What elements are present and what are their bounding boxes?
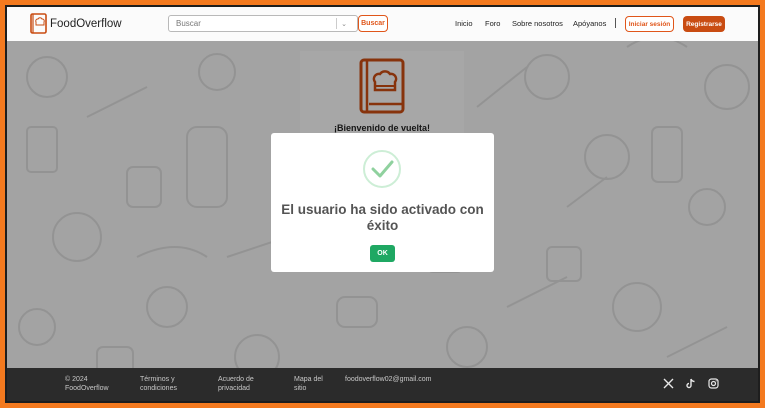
search-input[interactable] — [169, 19, 334, 28]
footer-link-sitemap[interactable]: Mapa del sitio — [294, 376, 334, 393]
x-icon[interactable] — [663, 378, 674, 389]
footer-link-privacy[interactable]: Acuerdo de privacidad — [218, 376, 273, 393]
login-button[interactable]: Iniciar sesión — [625, 16, 674, 32]
search-bar: ⌄ — [168, 15, 358, 32]
success-check-icon — [363, 150, 401, 188]
search-divider — [336, 18, 337, 29]
search-button[interactable]: Buscar — [358, 15, 388, 32]
success-dialog: El usuario ha sido activado con éxito OK — [271, 133, 494, 272]
register-button[interactable]: Registrarse — [683, 16, 725, 32]
tiktok-icon[interactable] — [685, 378, 696, 389]
nav-link-inicio[interactable]: Inicio — [455, 19, 473, 28]
instagram-icon[interactable] — [708, 378, 719, 389]
brand-name: FoodOverflow — [50, 17, 122, 30]
nav-link-sobre-nosotros[interactable]: Sobre nosotros — [512, 19, 563, 28]
footer: © 2024 FoodOverflow Términos y condicion… — [7, 368, 758, 401]
footer-email[interactable]: foodoverflow02@gmail.com — [345, 376, 455, 385]
nav-link-foro[interactable]: Foro — [485, 19, 500, 28]
ok-button[interactable]: OK — [370, 245, 395, 262]
footer-copyright: © 2024 FoodOverflow — [65, 376, 109, 392]
dialog-message: El usuario ha sido activado con éxito — [281, 202, 484, 233]
nav-link-apoyanos[interactable]: Apóyanos — [573, 19, 606, 28]
brand-logo[interactable]: FoodOverflow — [30, 13, 122, 34]
chevron-down-icon[interactable]: ⌄ — [339, 20, 349, 28]
nav-divider — [615, 18, 616, 28]
page: FoodOverflow ⌄ Buscar Inicio Foro Sobre … — [5, 5, 760, 403]
top-navbar: FoodOverflow ⌄ Buscar Inicio Foro Sobre … — [7, 7, 758, 41]
cookbook-logo-icon — [30, 13, 47, 34]
footer-link-terms[interactable]: Términos y condiciones — [140, 376, 195, 393]
